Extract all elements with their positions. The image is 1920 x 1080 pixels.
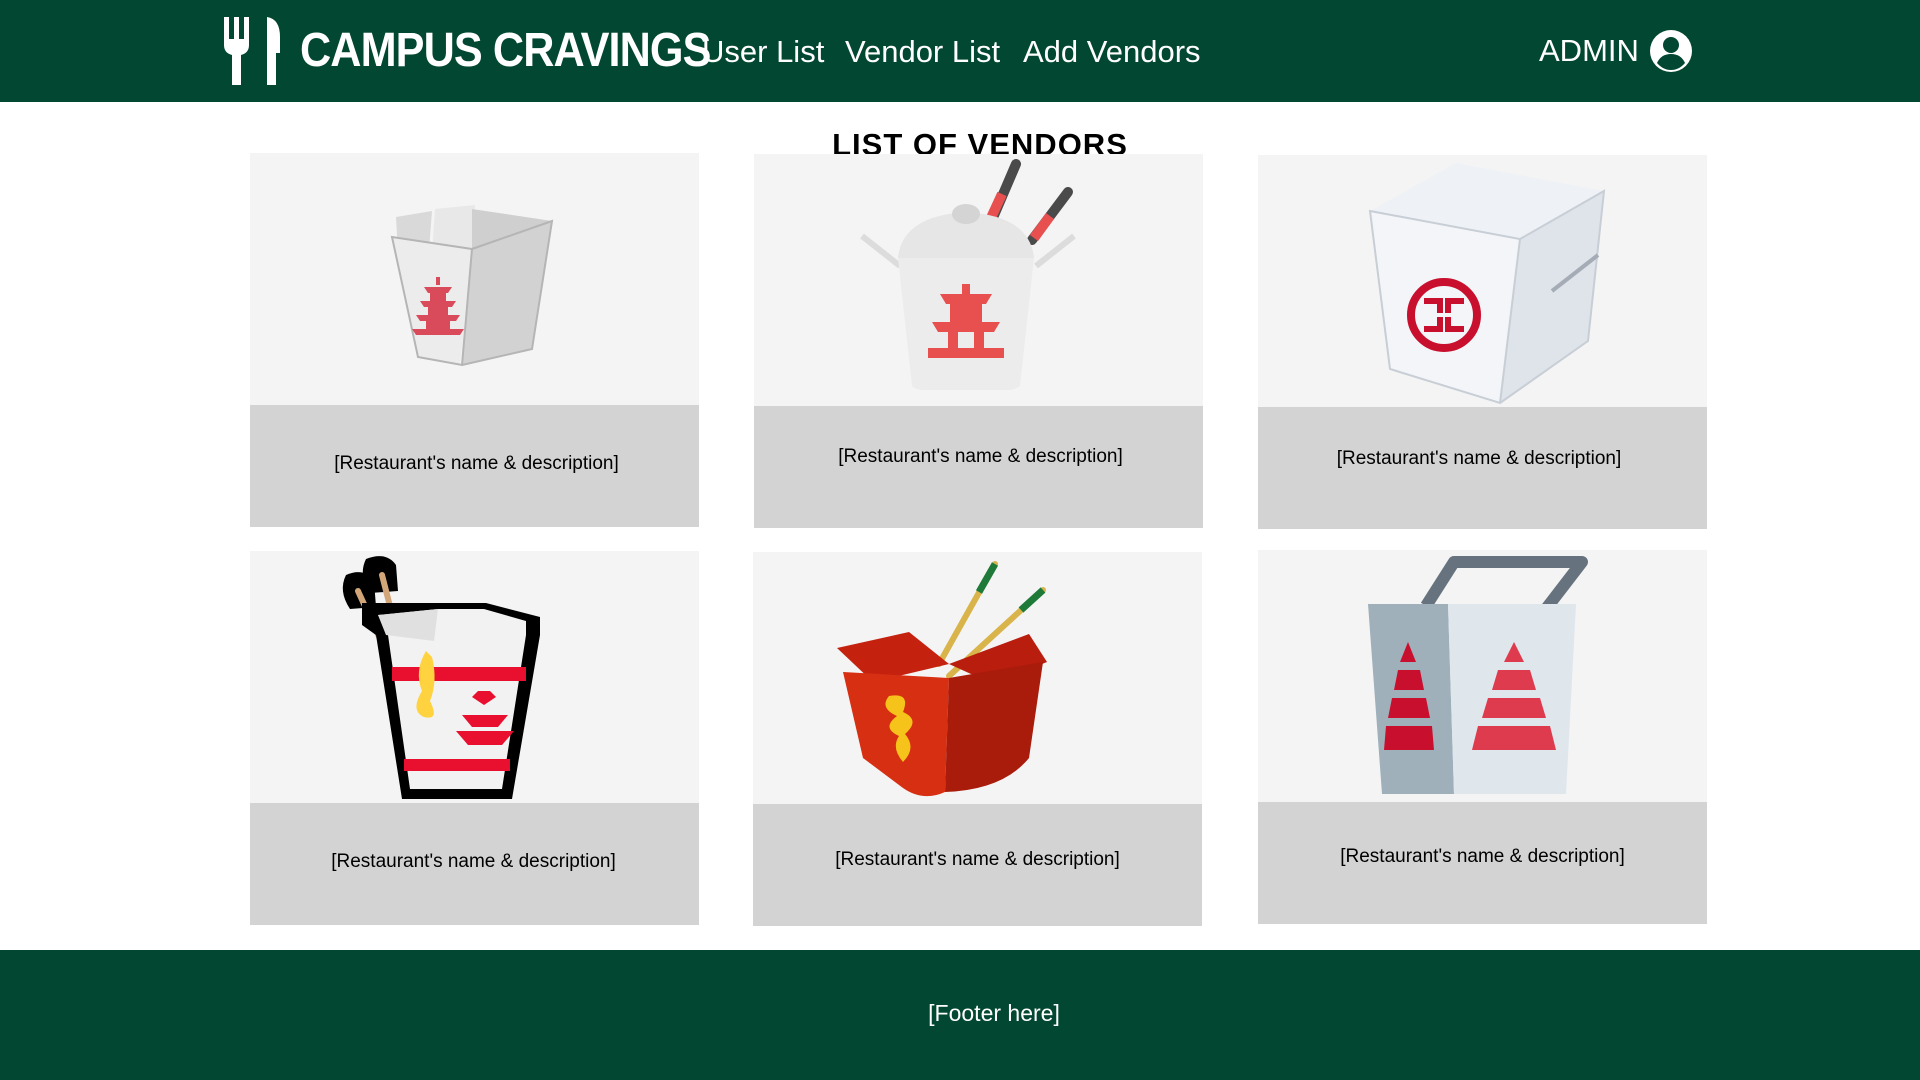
vendor-image — [250, 551, 699, 803]
nav-add-vendors[interactable]: Add Vendors — [1023, 34, 1201, 70]
admin-menu[interactable]: ADMIN — [1539, 28, 1693, 74]
fork-knife-icon — [224, 17, 280, 85]
vendor-description: [Restaurant's name & description] — [1336, 448, 1622, 469]
vendor-info: [Restaurant's name & description] — [1258, 407, 1707, 529]
vendor-info: [Restaurant's name & description] — [250, 405, 699, 527]
vendor-image — [1258, 550, 1707, 802]
takeout-pail-icon — [1368, 556, 1588, 794]
vendor-image — [250, 153, 699, 405]
takeout-box-emblem-icon — [1368, 163, 1606, 405]
takeout-box-pagoda-icon — [390, 205, 554, 367]
dragon-takeout-box-icon — [837, 561, 1047, 797]
vendor-image — [754, 154, 1203, 406]
vendor-info: [Restaurant's name & description] — [250, 803, 699, 925]
user-circle-icon — [1649, 30, 1692, 72]
vendor-card[interactable]: [Restaurant's name & description] — [1258, 155, 1707, 529]
nav-user-list[interactable]: User List — [702, 34, 824, 70]
vendor-card[interactable]: [Restaurant's name & description] — [250, 551, 699, 925]
vendor-info: [Restaurant's name & description] — [753, 804, 1202, 926]
vendor-card[interactable]: [Restaurant's name & description] — [250, 153, 699, 527]
takeout-box-chopsticks-icon — [860, 159, 1076, 390]
vendor-description: [Restaurant's name & description] — [838, 446, 1123, 467]
brand-name: CAMPUS CRAVINGS — [300, 24, 711, 77]
vendor-description: [Restaurant's name & description] — [334, 453, 619, 474]
vendor-image — [1258, 155, 1707, 407]
vendor-description: [Restaurant's name & description] — [331, 851, 616, 872]
vendor-description: [Restaurant's name & description] — [1340, 846, 1625, 867]
vendor-card[interactable]: [Restaurant's name & description] — [754, 154, 1203, 528]
vendor-card[interactable]: [Restaurant's name & description] — [753, 552, 1202, 926]
vendor-card[interactable]: [Restaurant's name & description] — [1258, 550, 1707, 924]
noodle-box-icon — [342, 556, 540, 799]
navbar: CAMPUS CRAVINGS User List Vendor List Ad… — [0, 0, 1920, 102]
brand[interactable]: CAMPUS CRAVINGS — [222, 15, 756, 87]
nav-vendor-list[interactable]: Vendor List — [845, 34, 1000, 70]
footer-text: [Footer here] — [928, 999, 1060, 1026]
admin-label: ADMIN — [1539, 33, 1639, 68]
vendor-info: [Restaurant's name & description] — [1258, 802, 1707, 924]
vendor-image — [753, 552, 1202, 804]
footer: [Footer here] — [0, 950, 1920, 1080]
vendor-info: [Restaurant's name & description] — [754, 406, 1203, 528]
vendor-description: [Restaurant's name & description] — [835, 849, 1120, 870]
